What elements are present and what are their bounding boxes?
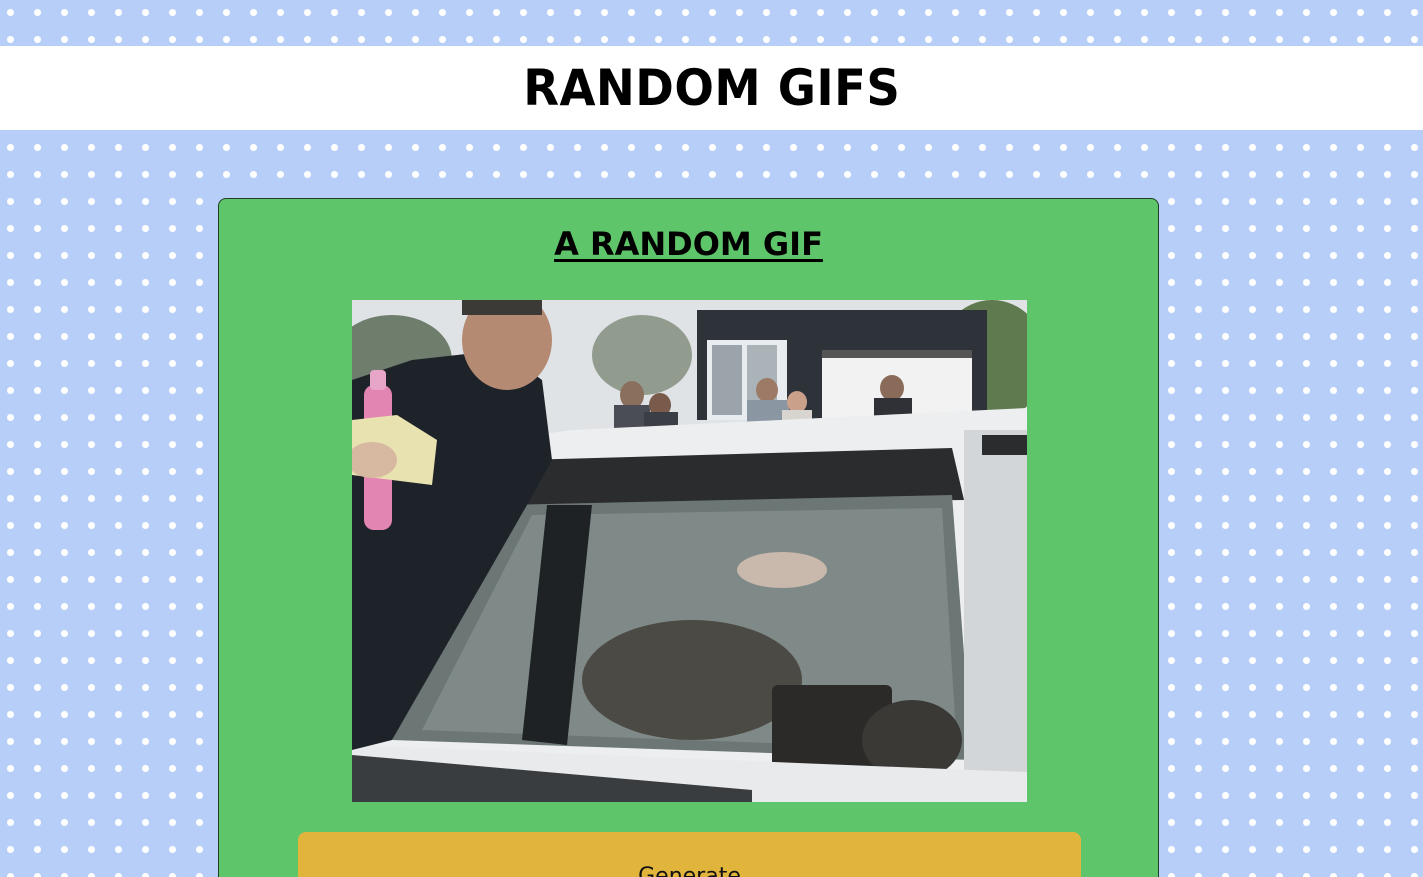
card-title: A RANDOM GIF	[554, 225, 823, 263]
top-pattern-band	[0, 0, 1423, 46]
page-header: RANDOM GIFS	[0, 46, 1423, 130]
gif-card: A RANDOM GIF Generate	[218, 198, 1159, 877]
generate-button[interactable]: Generate	[298, 832, 1081, 877]
page-title: RANDOM GIFS	[522, 59, 901, 117]
random-gif-image	[352, 300, 1027, 802]
